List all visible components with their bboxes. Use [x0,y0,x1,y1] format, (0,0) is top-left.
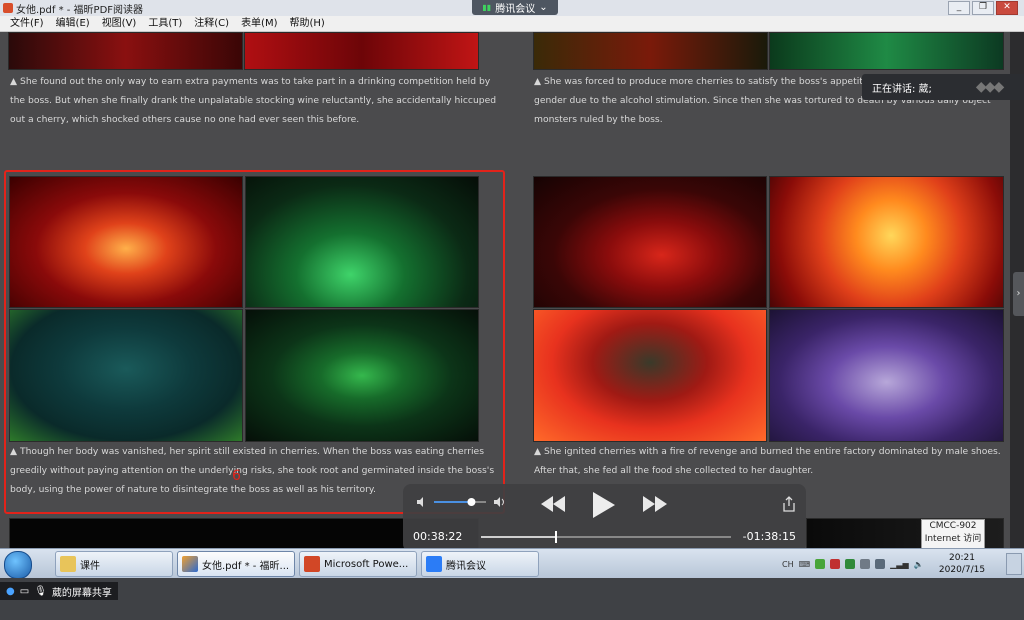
speaking-indicator: 正在讲话: 葳; ◆◆◆ [862,74,1024,100]
taskbar-item-label: 课件 [80,560,100,572]
share-label: 葳的屏幕共享 [51,587,112,599]
taskbar-item-meeting[interactable]: 腾讯会议 [421,551,539,577]
taskbar-item-label: 女他.pdf * - 福昕... [202,560,290,572]
restore-button[interactable]: ❐ [972,1,994,15]
menu-comment[interactable]: 注释(C) [194,16,229,31]
user-icon: ● [6,585,15,597]
pdf-reader-icon [182,556,198,572]
meeting-label: 腾讯会议 [495,4,536,15]
system-tray: CH ⌨ ▁▃▅ 🔈 [782,551,924,577]
network-name: CMCC-902 [929,521,977,531]
rewind-button[interactable] [541,496,565,512]
panel-expand-handle[interactable]: › [1013,272,1024,316]
clock-date: 2020/7/15 [938,565,986,575]
volume-level [434,501,472,503]
volume-knob [467,498,476,506]
artwork-image [533,32,768,70]
menu-help[interactable]: 帮助(H) [290,16,325,31]
remaining-time: -01:38:15 [742,530,796,543]
microphone-icon: 🎙 [34,585,47,597]
meeting-indicator[interactable]: ▮▮ 腾讯会议 ⌄ [472,0,558,15]
signal-strength-icon[interactable]: ▁▃▅ [890,560,908,569]
powerpoint-icon [304,556,320,572]
elapsed-time: 00:38:22 [413,530,463,543]
document-page[interactable]: ▲ She found out the only way to earn ext… [0,32,1010,548]
security-icon[interactable] [815,559,826,569]
window-controls: _ ❐ ✕ [948,1,1018,15]
taskbar-item-powerpoint[interactable]: Microsoft Powe... [299,551,417,577]
close-button[interactable]: ✕ [996,1,1018,15]
screen-icon: ▭ [19,585,30,597]
window-title: 女他.pdf * - 福昕PDF阅读器 [16,5,144,16]
start-button[interactable] [4,551,32,579]
artwork-image [8,32,243,70]
caption-mid-right: ▲ She ignited cherries with a fire of re… [534,442,1001,480]
show-desktop-button[interactable] [1006,553,1022,575]
caption-line: the boss. But when she finally drank the… [10,95,497,106]
ime-indicator[interactable]: CH [782,560,794,569]
play-button[interactable] [593,492,615,518]
folder-icon [60,556,76,572]
caption-line: out a cherry, which shocked others cause… [10,114,360,125]
menu-bar: 文件(F) 编辑(E) 视图(V) 工具(T) 注释(C) 表单(M) 帮助(H… [0,16,1024,32]
chevron-down-icon: ⌄ [539,2,548,13]
screen-share-area: ● ▭ 🎙 葳的屏幕共享 [0,578,1024,620]
seek-knob[interactable] [555,531,557,543]
artwork-image [533,176,767,308]
taskbar-clock[interactable]: 20:21 2020/7/15 [932,552,992,576]
caption-line: ▲ She found out the only way to earn ext… [10,76,491,87]
caption-line: After that, she fed all the food she col… [534,465,814,476]
fast-forward-button[interactable] [643,496,667,512]
annotation-rectangle[interactable] [4,170,505,514]
shield-icon[interactable] [830,559,841,569]
share-icon[interactable] [783,496,795,512]
taskbar-item-label: 腾讯会议 [446,560,486,572]
window-title-bar: 女他.pdf * - 福昕PDF阅读器 ▮▮ 腾讯会议 ⌄ _ ❐ ✕ [0,0,1024,17]
artwork-image [769,176,1004,308]
taskbar: 课件 女他.pdf * - 福昕... Microsoft Powe... 腾讯… [0,548,1024,579]
seek-bar[interactable] [481,531,731,543]
menu-view[interactable]: 视图(V) [102,16,137,31]
foxit-app-icon [3,3,13,13]
minimize-button[interactable]: _ [948,1,970,15]
flag-icon[interactable] [875,559,886,569]
antivirus-icon[interactable] [845,559,856,569]
menu-form[interactable]: 表单(M) [241,16,277,31]
usb-icon[interactable] [860,559,871,569]
caption-line: ▲ She ignited cherries with a fire of re… [534,446,1001,457]
menu-tools[interactable]: 工具(T) [148,16,182,31]
signal-icon: ▮▮ [482,3,492,12]
artwork-image [244,32,479,70]
volume-low-icon [417,497,423,507]
media-player: 00:38:22 -01:38:15 [403,484,806,552]
artwork-image [769,32,1004,70]
taskbar-item-pdf[interactable]: 女他.pdf * - 福昕... [177,551,295,577]
taskbar-item-folder[interactable]: 课件 [55,551,173,577]
menu-edit[interactable]: 编辑(E) [56,16,90,31]
artwork-image [533,309,767,442]
annotation-number: 6 [232,468,241,484]
speaking-label: 正在讲话: 葳; [872,83,932,95]
taskbar-item-label: Microsoft Powe... [324,558,409,570]
audio-wave-icon: ◆◆◆ [975,79,1004,95]
caption-line: monsters ruled by the boss. [534,114,663,125]
clock-time: 20:21 [949,553,975,563]
volume-high-icon [494,497,500,507]
menu-file[interactable]: 文件(F) [10,16,44,31]
caption-top-left: ▲ She found out the only way to earn ext… [10,72,496,129]
artwork-image [769,309,1004,442]
speaker-icon[interactable]: 🔈 [914,560,924,569]
network-tooltip: CMCC-902 Internet 访问 [921,519,985,549]
screen-share-bar: ● ▭ 🎙 葳的屏幕共享 [0,582,118,600]
keyboard-icon[interactable]: ⌨ [799,560,811,569]
volume-control[interactable] [416,496,506,508]
network-status: Internet 访问 [924,534,982,544]
meeting-app-icon [426,556,442,572]
